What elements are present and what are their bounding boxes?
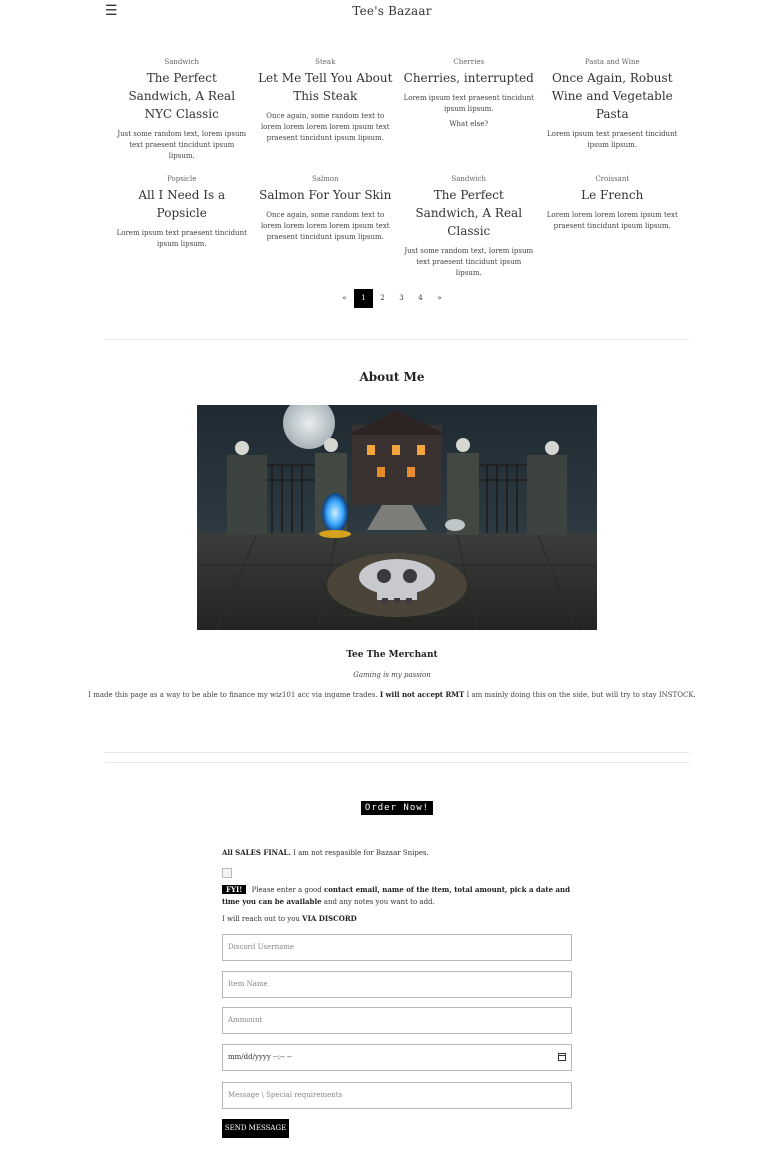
- post-card[interactable]: Pasta and Wine Once Again, Robust Wine a…: [541, 56, 685, 162]
- amount-input[interactable]: Ammount: [222, 1007, 572, 1034]
- post-card[interactable]: Salmon Salmon For Your Skin Once again, …: [254, 173, 398, 279]
- merchant-bio: I made this page as a way to be able to …: [0, 690, 784, 699]
- post-title[interactable]: All I Need Is a Popsicle: [110, 186, 254, 222]
- post-title[interactable]: Cherries, interrupted: [397, 69, 541, 87]
- post-card[interactable]: Popsicle All I Need Is a Popsicle Lorem …: [110, 173, 254, 279]
- post-image-placeholder: Salmon: [311, 175, 339, 183]
- sales-final-bold: All SALES FINAL.: [222, 848, 291, 857]
- calendar-icon[interactable]: [558, 1053, 566, 1061]
- post-title[interactable]: Salmon For Your Skin: [254, 186, 398, 204]
- post-description: Lorem ipsum text praesent tincidunt ipsu…: [547, 130, 678, 149]
- post-image-placeholder: Steak: [315, 58, 336, 66]
- send-message-button[interactable]: SEND MESSAGE: [222, 1119, 289, 1138]
- broken-image-icon: [222, 868, 232, 878]
- post-row: Sandwich The Perfect Sandwich, A Real NY…: [110, 56, 684, 162]
- fyi-notice: FYI! Please enter a good contact email, …: [222, 884, 572, 908]
- top-bar: ☰ Tee's Bazaar: [0, 0, 784, 24]
- site-title[interactable]: Tee's Bazaar: [0, 4, 784, 18]
- pagination-page-1[interactable]: 1: [354, 289, 373, 308]
- discord-username-input[interactable]: Discord Username: [222, 934, 572, 961]
- pagination-prev[interactable]: «: [335, 289, 354, 308]
- date-time-placeholder: mm/dd/yyyy --:-- --: [228, 1053, 292, 1061]
- post-card[interactable]: Croissant Le French Lorem lorem lorem lo…: [541, 173, 685, 279]
- about-image: [197, 405, 597, 630]
- post-title[interactable]: The Perfect Sandwich, A Real Classic: [397, 186, 541, 240]
- post-card[interactable]: Cherries Cherries, interrupted Lorem ips…: [397, 56, 541, 162]
- post-description: Just some random text, lorem ipsum text …: [117, 130, 247, 160]
- post-card[interactable]: Sandwich The Perfect Sandwich, A Real Cl…: [397, 173, 541, 279]
- date-time-input[interactable]: mm/dd/yyyy --:-- --: [222, 1044, 572, 1071]
- divider: [105, 339, 689, 340]
- sales-final-text: I am not respasible for Bazaar Snipes.: [293, 849, 429, 857]
- reach-notice: I will reach out to you VIA DISCORD: [222, 914, 572, 923]
- reach-text: I will reach out to you: [222, 915, 300, 923]
- post-description: Just some random text, lorem ipsum text …: [404, 247, 534, 277]
- merchant-tagline: Gaming is my passion: [353, 671, 431, 679]
- bio-bold-text: I will not accept RMT: [379, 690, 465, 699]
- merchant-name: Tee The Merchant: [346, 650, 438, 660]
- post-image-placeholder: Pasta and Wine: [584, 58, 640, 66]
- fyi-text: Please enter a good: [251, 886, 322, 894]
- post-image-placeholder: Sandwich: [164, 58, 200, 66]
- bio-text-end: I am mainly doing this on the side, but …: [466, 691, 696, 699]
- reach-bold-text: VIA DISCORD: [302, 914, 357, 923]
- post-extra-text: What else?: [449, 120, 489, 128]
- post-description: Lorem ipsum text praesent tincidunt ipsu…: [403, 94, 534, 113]
- pagination-page-2[interactable]: 2: [373, 289, 392, 308]
- post-image-placeholder: Croissant: [595, 175, 630, 183]
- post-description: Lorem ipsum text praesent tincidunt ipsu…: [116, 229, 247, 248]
- post-description: Once again, some random text to lorem lo…: [260, 112, 390, 142]
- post-title[interactable]: Let Me Tell You About This Steak: [254, 69, 398, 105]
- order-now-badge: Order Now!: [361, 801, 433, 815]
- fyi-text-end: and any notes you want to add.: [323, 898, 435, 906]
- post-description: Once again, some random text to lorem lo…: [260, 211, 390, 241]
- pagination-page-4[interactable]: 4: [411, 289, 430, 308]
- post-card[interactable]: Steak Let Me Tell You About This Steak O…: [254, 56, 398, 162]
- message-textarea[interactable]: Message \ Special requirements: [222, 1082, 572, 1109]
- about-title: About Me: [359, 370, 425, 384]
- bio-text: I made this page as a way to be able to …: [88, 691, 378, 699]
- post-title[interactable]: Le French: [541, 186, 685, 204]
- fyi-badge: FYI!: [222, 885, 247, 894]
- post-grid: Sandwich The Perfect Sandwich, A Real NY…: [110, 56, 684, 279]
- post-image-placeholder: Cherries: [453, 58, 485, 66]
- post-image-placeholder: Popsicle: [167, 175, 197, 183]
- pagination: «1 2 3 4»: [0, 289, 784, 308]
- post-row: Popsicle All I Need Is a Popsicle Lorem …: [110, 173, 684, 279]
- divider: [105, 762, 689, 763]
- pagination-next[interactable]: »: [430, 289, 449, 308]
- post-description: Lorem lorem lorem lorem ipsum text praes…: [546, 211, 678, 230]
- post-title[interactable]: The Perfect Sandwich, A Real NYC Classic: [110, 69, 254, 123]
- divider: [105, 752, 689, 753]
- item-name-input[interactable]: Item Name: [222, 971, 572, 998]
- post-title[interactable]: Once Again, Robust Wine and Vegetable Pa…: [541, 69, 685, 123]
- post-image-placeholder: Sandwich: [451, 175, 487, 183]
- pagination-page-3[interactable]: 3: [392, 289, 411, 308]
- sales-final-notice: All SALES FINAL. I am not respasible for…: [222, 848, 572, 857]
- post-card[interactable]: Sandwich The Perfect Sandwich, A Real NY…: [110, 56, 254, 162]
